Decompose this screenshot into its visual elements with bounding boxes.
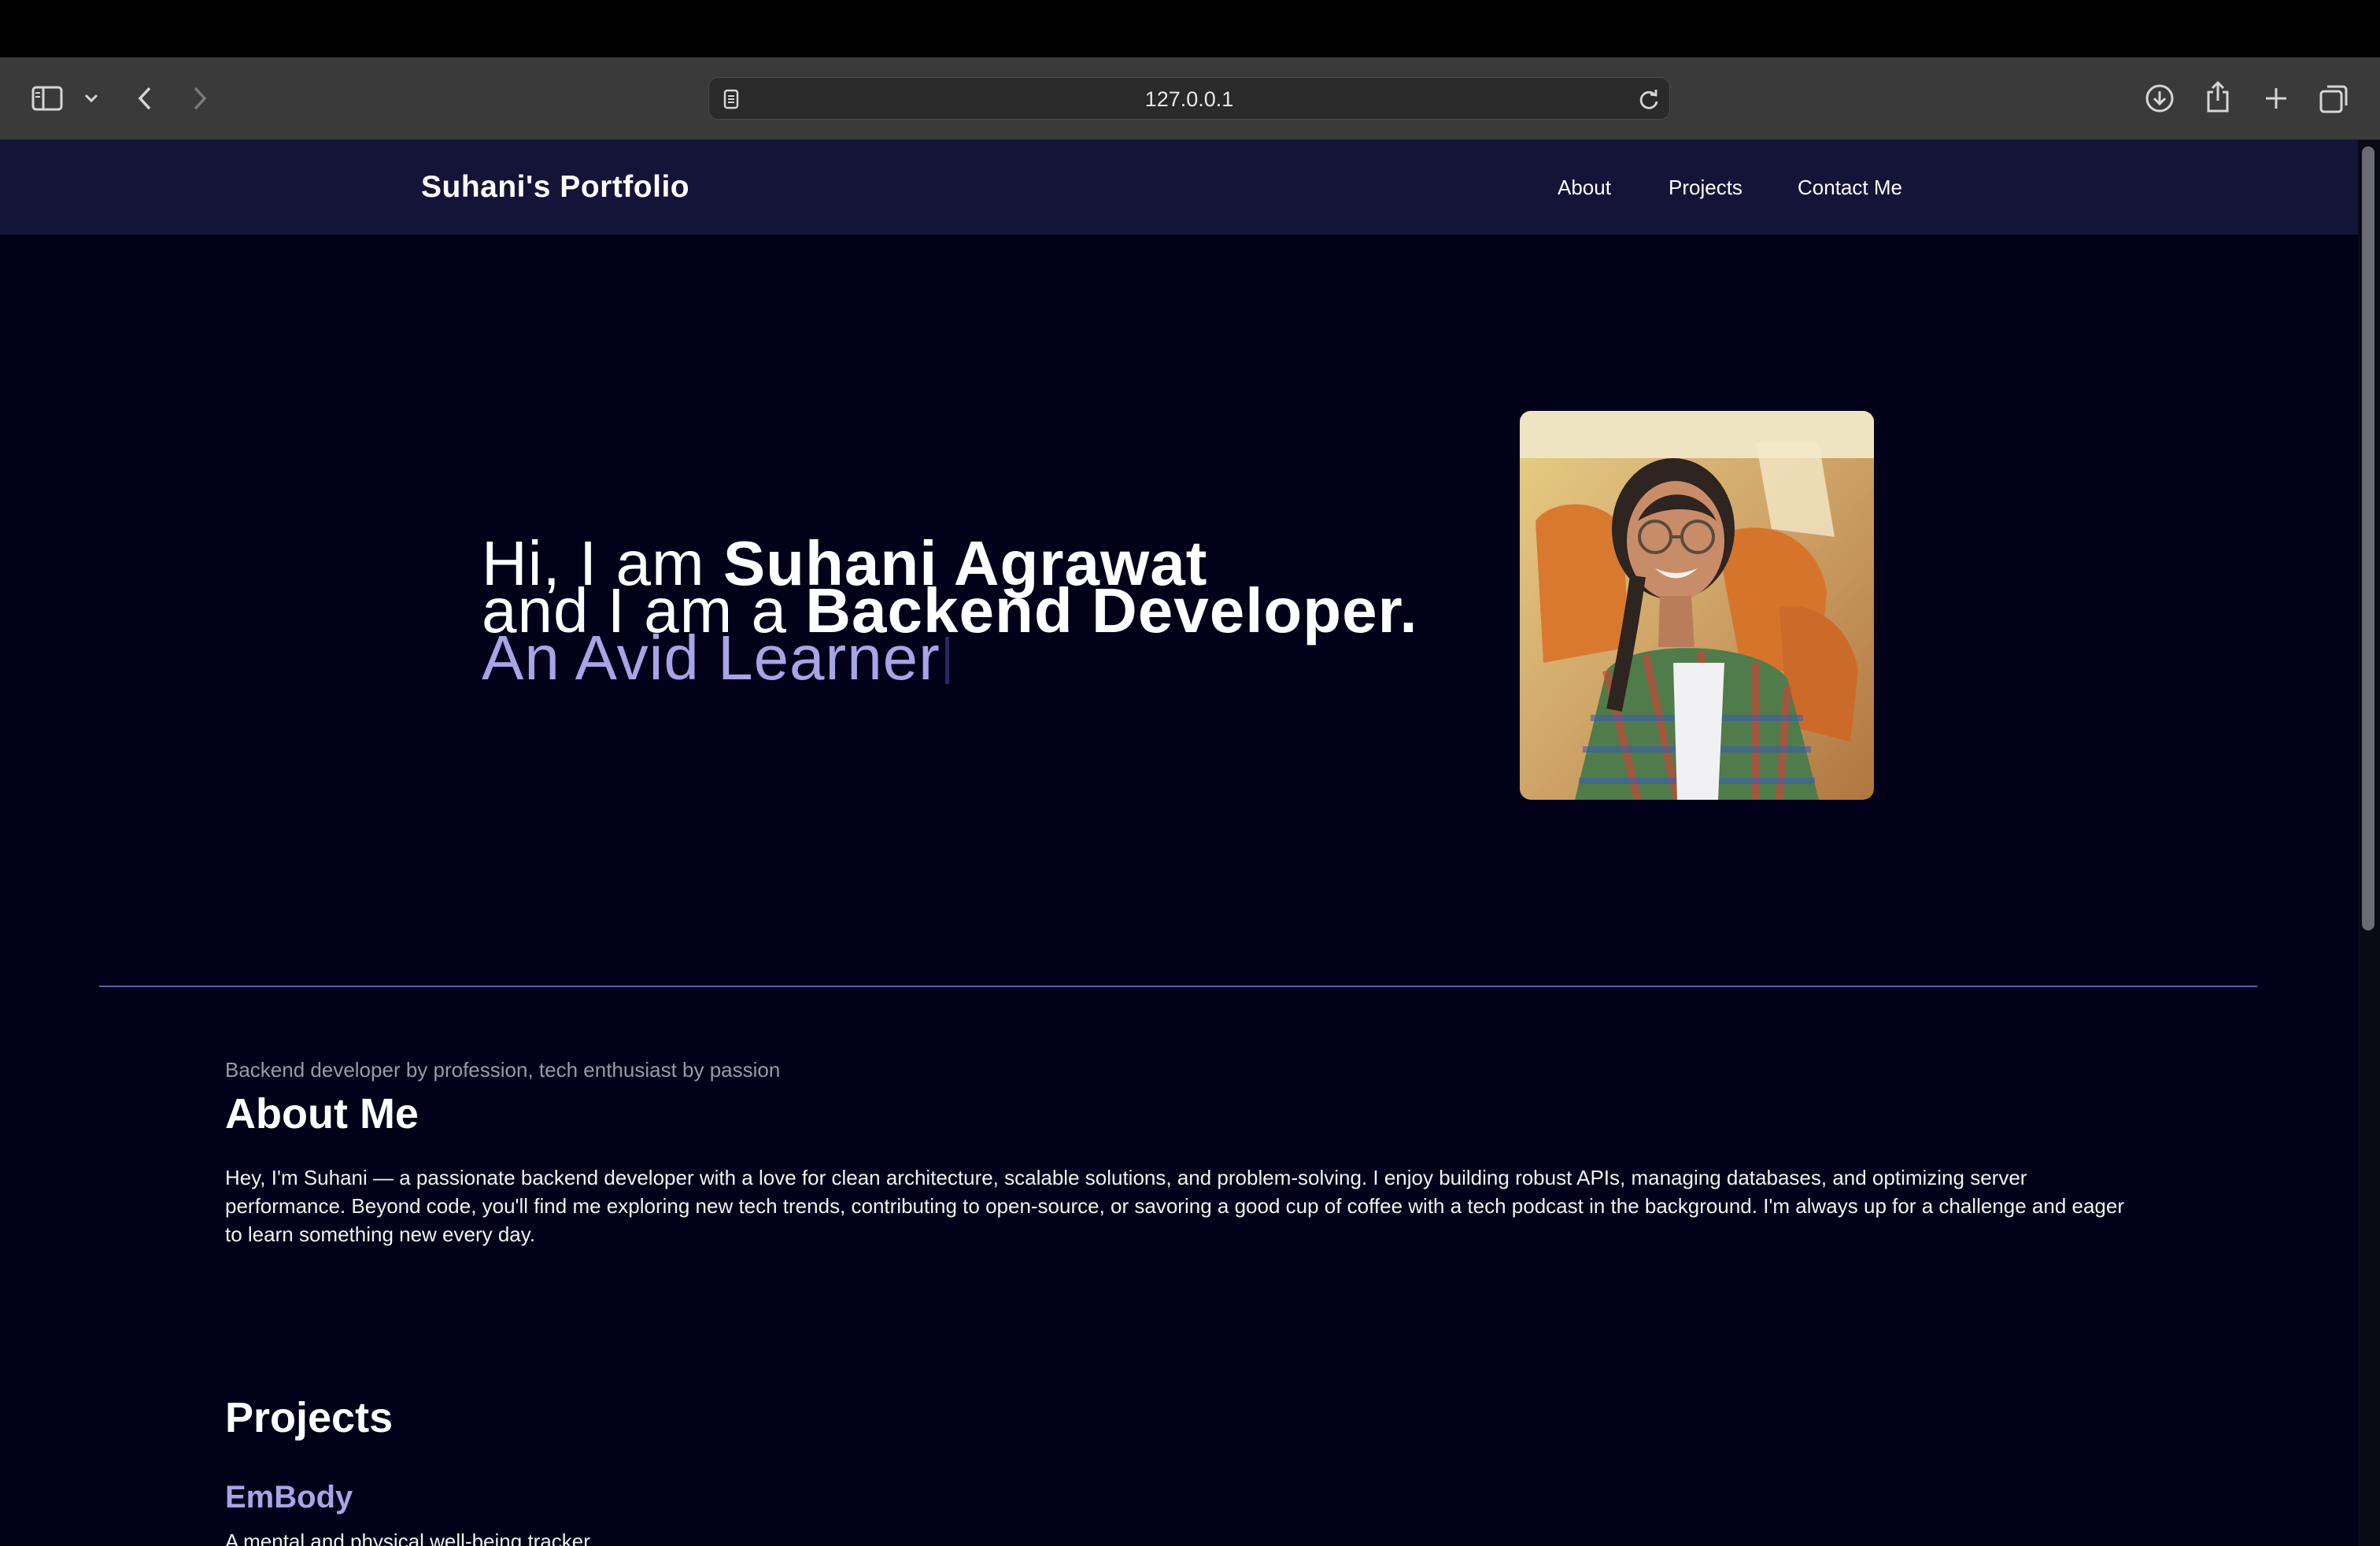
- project-description: A mental and physical well-being tracker: [225, 1529, 590, 1546]
- typing-cursor: [944, 637, 949, 684]
- chevron-down-icon[interactable]: [82, 89, 101, 108]
- reload-icon[interactable]: [1636, 87, 1661, 113]
- window-top-bar: [0, 0, 2380, 57]
- about-body: Hey, I'm Suhani — a passionate backend d…: [225, 1166, 2125, 1246]
- site-navbar: Suhani's Portfolio About Projects Contac…: [0, 140, 2358, 235]
- project-title[interactable]: EmBody: [225, 1480, 353, 1515]
- about-title: About Me: [225, 1090, 419, 1137]
- share-icon[interactable]: [2201, 78, 2235, 116]
- hero-typed-line: An Avid Learner: [482, 627, 949, 690]
- about-tagline: Backend developer by profession, tech en…: [225, 1058, 781, 1082]
- nav-link-about[interactable]: About: [1558, 140, 1611, 235]
- nav-link-projects[interactable]: Projects: [1669, 140, 1743, 235]
- address-bar[interactable]: 127.0.0.1: [708, 77, 1670, 120]
- projects-title: Projects: [225, 1394, 394, 1441]
- tabs-overview-icon[interactable]: [2317, 81, 2352, 116]
- browser-toolbar: 127.0.0.1: [0, 57, 2380, 140]
- url-text[interactable]: 127.0.0.1: [709, 78, 1669, 120]
- nav-link-contact[interactable]: Contact Me: [1798, 140, 1902, 235]
- plus-icon[interactable]: [2259, 81, 2293, 116]
- profile-photo: [1520, 411, 1874, 800]
- download-icon[interactable]: [2142, 81, 2177, 116]
- chevron-left-icon[interactable]: [134, 81, 156, 116]
- section-divider: [99, 986, 2257, 987]
- chevron-right-icon[interactable]: [189, 81, 211, 116]
- scrollbar-thumb[interactable]: [2362, 146, 2374, 930]
- sidebar-icon[interactable]: [30, 81, 65, 116]
- page-viewport: Suhani's Portfolio About Projects Contac…: [0, 140, 2380, 1546]
- hero-typed-text: An Avid Learner: [482, 623, 941, 693]
- site-brand[interactable]: Suhani's Portfolio: [421, 140, 689, 235]
